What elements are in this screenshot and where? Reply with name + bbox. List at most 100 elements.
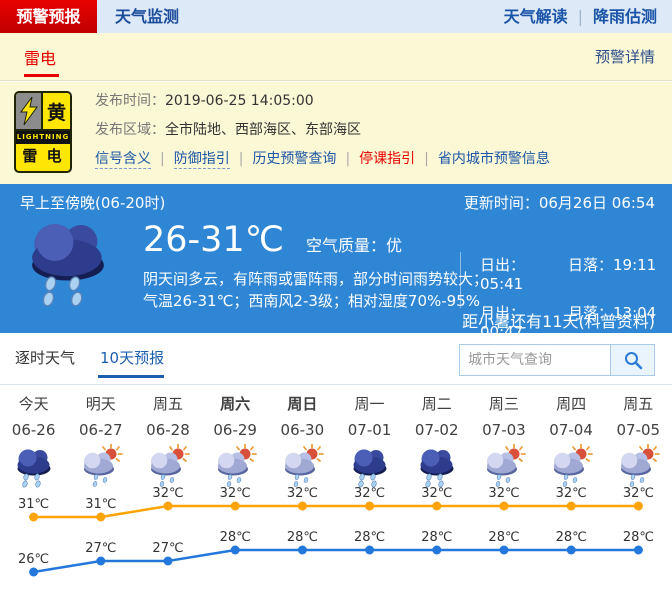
publish-area-value: 全市陆地、西部海区、东部海区 xyxy=(165,122,361,138)
warning-link[interactable]: 历史预警查询 xyxy=(252,151,336,167)
alert-category-lightning[interactable]: 雷电 xyxy=(24,45,56,69)
temperature-chart: 31℃31℃32℃32℃32℃32℃32℃32℃32℃32℃26℃27℃27℃2… xyxy=(0,485,672,590)
active-tab-underline xyxy=(98,375,164,378)
forecast-day-column[interactable]: 明天06-27 xyxy=(67,385,134,490)
warning-link[interactable]: 省内城市预警信息 xyxy=(438,151,550,167)
forecast-nav: 逐时天气 10天预报 xyxy=(0,333,672,385)
badge-type-label: 雷 电 xyxy=(16,144,70,169)
day-name: 今天 xyxy=(0,393,67,415)
svg-text:32℃: 32℃ xyxy=(220,486,251,501)
top-nav: 预警预报 天气监测 天气解读|降雨估测 xyxy=(0,0,672,33)
day-name: 周三 xyxy=(470,393,537,415)
day-date: 07-05 xyxy=(605,419,672,441)
link-separator: | xyxy=(336,151,359,167)
publish-area-row: 发布区域：全市陆地、西部海区、东部海区 xyxy=(95,119,361,139)
forecast-day-column[interactable]: 周日06-30 xyxy=(269,385,336,490)
forecast-day-column[interactable]: 周一07-01 xyxy=(336,385,403,490)
warning-panel: 黄 LIGHTNING 雷 电 发布时间：2019-06-25 14:05:00… xyxy=(0,82,672,184)
update-time-label: 更新时间： xyxy=(464,194,539,212)
day-name: 周五 xyxy=(605,393,672,415)
forecast-day-column[interactable]: 今天 06-26 xyxy=(0,385,67,490)
warning-links-row: 信号含义|防御指引|历史预警查询|停课指引|省内城市预警信息 xyxy=(95,148,550,168)
link-rain-estimate[interactable]: 降雨估测 xyxy=(593,7,657,26)
svg-text:32℃: 32℃ xyxy=(488,486,519,501)
publish-area-label: 发布区域： xyxy=(95,122,165,138)
current-conditions-panel: 早上至傍晚(06-20时) 更新时间：06月26日 06:54 26-31℃ 空… xyxy=(0,184,672,333)
solar-term-link[interactable]: 距小暑还有11天(科普资料) xyxy=(462,308,655,332)
day-date: 06-30 xyxy=(269,419,336,441)
rain-icon xyxy=(336,444,403,490)
svg-text:28℃: 28℃ xyxy=(488,530,519,545)
lightning-bolt-icon xyxy=(16,93,43,129)
air-quality-value: 优 xyxy=(386,236,402,255)
svg-text:28℃: 28℃ xyxy=(623,530,654,545)
vertical-divider xyxy=(460,252,461,308)
update-time-row: 更新时间：06月26日 06:54 xyxy=(464,192,655,213)
temp-air-row: 26-31℃ 空气质量：优 xyxy=(143,220,402,260)
sun-shower-icon xyxy=(470,444,537,490)
warning-link[interactable]: 防御指引 xyxy=(174,151,230,169)
svg-text:32℃: 32℃ xyxy=(623,486,654,501)
sun-shower-icon xyxy=(269,444,336,490)
air-quality: 空气质量：优 xyxy=(306,232,402,256)
day-date: 07-03 xyxy=(470,419,537,441)
forecast-day-column[interactable]: 周六06-29 xyxy=(202,385,269,490)
warning-detail-link[interactable]: 预警详情 xyxy=(595,46,655,67)
weather-description-line1: 阴天间多云，有阵雨或雷阵雨，部分时间雨势较大； xyxy=(143,268,488,289)
day-date: 07-02 xyxy=(403,419,470,441)
svg-text:32℃: 32℃ xyxy=(421,486,452,501)
day-date: 07-04 xyxy=(538,419,605,441)
svg-text:27℃: 27℃ xyxy=(85,541,116,556)
day-name: 周一 xyxy=(336,393,403,415)
tab-hourly-weather[interactable]: 逐时天气 xyxy=(15,347,75,368)
day-date: 06-27 xyxy=(67,419,134,441)
search-button[interactable] xyxy=(611,344,655,376)
svg-text:31℃: 31℃ xyxy=(18,497,49,512)
svg-text:28℃: 28℃ xyxy=(287,530,318,545)
svg-text:28℃: 28℃ xyxy=(556,530,587,545)
tab-ten-day-forecast[interactable]: 10天预报 xyxy=(100,347,164,368)
sun-shower-icon xyxy=(134,444,201,490)
rain-icon xyxy=(403,444,470,490)
badge-english-label: LIGHTNING xyxy=(16,131,70,144)
warning-link[interactable]: 停课指引 xyxy=(359,151,415,167)
svg-text:31℃: 31℃ xyxy=(85,497,116,512)
day-date: 06-29 xyxy=(202,419,269,441)
forecast-day-column[interactable]: 周五 07-05 xyxy=(605,385,672,490)
link-weather-interpretation[interactable]: 天气解读 xyxy=(504,7,568,26)
tab-warning-forecast[interactable]: 预警预报 xyxy=(0,0,97,33)
publish-time-row: 发布时间：2019-06-25 14:05:00 xyxy=(95,90,314,110)
day-date: 06-28 xyxy=(134,419,201,441)
svg-text:28℃: 28℃ xyxy=(421,530,452,545)
top-links: 天气解读|降雨估测 xyxy=(504,0,657,33)
sun-shower-icon xyxy=(538,444,605,490)
link-separator: | xyxy=(151,151,174,167)
sun-shower-icon xyxy=(605,444,672,490)
link-separator: | xyxy=(230,151,253,167)
sun-moon-item: 日落：19:11 xyxy=(568,254,660,293)
update-time-value: 06月26日 06:54 xyxy=(539,194,655,212)
forecast-day-column[interactable]: 周二 07-02 xyxy=(403,385,470,490)
day-name: 周二 xyxy=(403,393,470,415)
forecast-period-label: 早上至傍晚(06-20时) xyxy=(20,192,165,213)
forecast-day-column[interactable]: 周五06-28 xyxy=(134,385,201,490)
badge-top-row: 黄 xyxy=(16,93,70,131)
warning-link[interactable]: 信号含义 xyxy=(95,151,151,169)
forecast-day-column[interactable]: 周三 07-03 xyxy=(470,385,537,490)
day-date: 06-26 xyxy=(0,419,67,441)
city-search-input[interactable] xyxy=(459,344,611,376)
alert-category-bar: 雷电 预警详情 xyxy=(0,33,672,81)
svg-text:32℃: 32℃ xyxy=(287,486,318,501)
rain-icon xyxy=(0,444,67,490)
weather-page: 预警预报 天气监测 天气解读|降雨估测 雷电 预警详情 黄 LIGHTNING … xyxy=(0,0,672,590)
svg-text:32℃: 32℃ xyxy=(152,486,183,501)
sun-moon-item: 日出：05:41 xyxy=(480,254,568,293)
ten-day-forecast: 今天06-26 明天06-27 周五06-28 周六06-29 xyxy=(0,385,672,590)
alert-category-underline xyxy=(24,74,59,77)
current-weather-icon xyxy=(18,212,118,316)
forecast-day-column[interactable]: 周四07-04 xyxy=(538,385,605,490)
tab-weather-monitor[interactable]: 天气监测 xyxy=(115,0,179,33)
forecast-columns: 今天06-26 明天06-27 周五06-28 周六06-29 xyxy=(0,385,672,490)
lightning-warning-badge: 黄 LIGHTNING 雷 电 xyxy=(14,91,72,173)
svg-text:32℃: 32℃ xyxy=(556,486,587,501)
